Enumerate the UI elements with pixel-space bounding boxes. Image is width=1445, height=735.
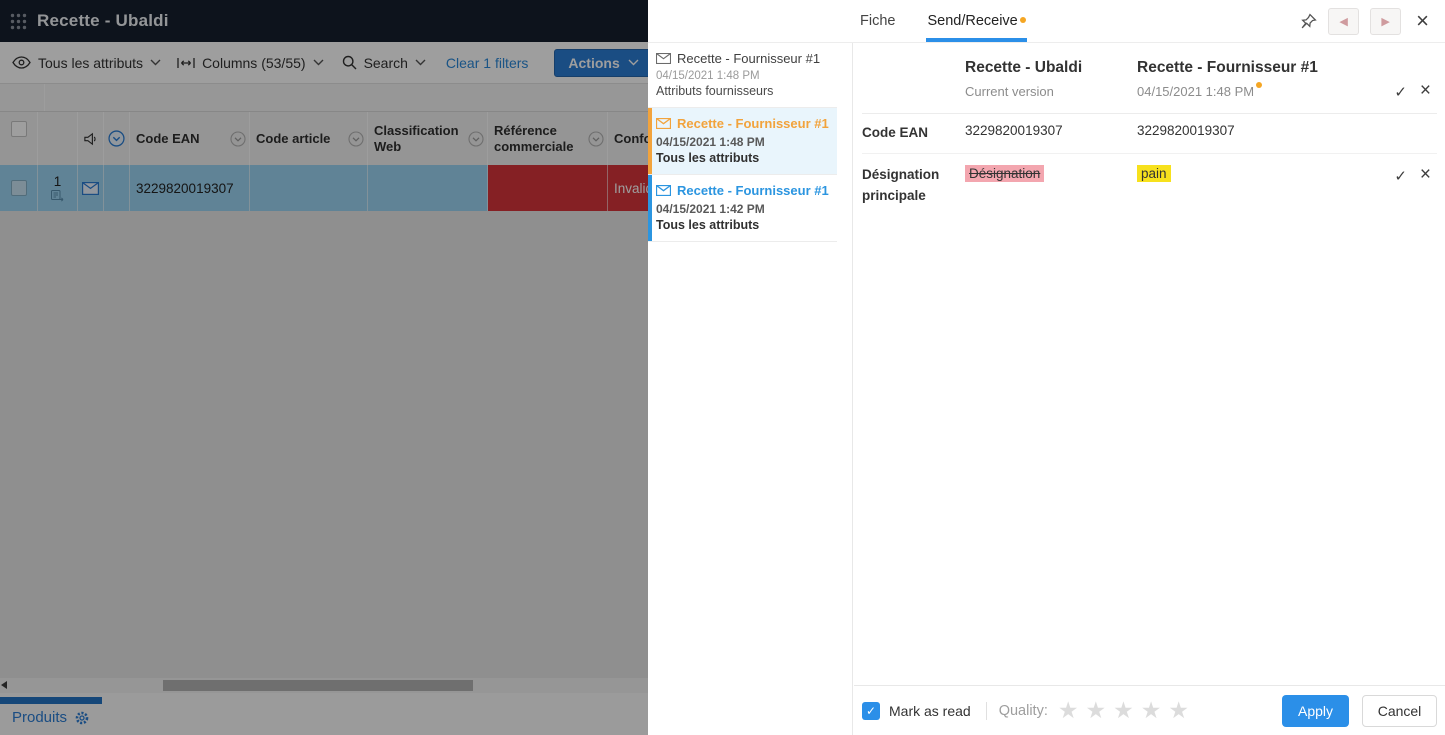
- compare-row-designation: Désignation principale Désignation pain …: [862, 154, 1437, 216]
- star-icon[interactable]: ★: [1141, 699, 1162, 722]
- panel-footer: ✓ Mark as read Quality: ★ ★ ★ ★ ★ Apply …: [854, 685, 1445, 735]
- message-list: Recette - Fournisseur #1 04/15/2021 1:48…: [648, 43, 853, 735]
- previous-message-button[interactable]: ◀: [1328, 8, 1359, 35]
- list-item-selected[interactable]: Recette - Fournisseur #1 04/15/2021 1:48…: [648, 108, 837, 175]
- tab-fiche-label: Fiche: [860, 13, 895, 29]
- star-icon[interactable]: ★: [1058, 699, 1079, 722]
- message-title: Recette - Fournisseur #1: [677, 116, 829, 131]
- star-icon[interactable]: ★: [1113, 699, 1134, 722]
- message-subject: Tous les attributs: [656, 218, 831, 232]
- removed-value-chip: Désignation: [965, 165, 1044, 182]
- message-title: Recette - Fournisseur #1: [677, 51, 820, 66]
- screen: Recette - Ubaldi Tous les attributs Colu…: [0, 0, 1445, 735]
- star-icon[interactable]: ★: [1086, 699, 1107, 722]
- right-version-subtitle: 04/15/2021 1:48 PM: [1137, 84, 1375, 99]
- tab-send-receive-label: Send/Receive: [927, 13, 1017, 29]
- pin-icon[interactable]: [1300, 13, 1317, 30]
- check-icon: ✓: [866, 704, 876, 718]
- message-date: 04/15/2021 1:48 PM: [656, 70, 831, 82]
- divider: [986, 702, 987, 720]
- left-version-subtitle: Current version: [965, 84, 1137, 99]
- tab-fiche[interactable]: Fiche: [860, 0, 895, 42]
- quality-label: Quality:: [999, 703, 1048, 719]
- list-item[interactable]: Recette - Fournisseur #1 04/15/2021 1:48…: [648, 43, 837, 108]
- accept-all-icon[interactable]: ✓: [1394, 83, 1407, 101]
- close-icon[interactable]: ×: [1416, 10, 1429, 32]
- message-subject: Attributs fournisseurs: [656, 84, 831, 98]
- star-icon[interactable]: ★: [1168, 699, 1189, 722]
- left-value: 3229820019307: [965, 123, 1137, 138]
- added-value-chip: pain: [1137, 165, 1171, 182]
- mark-as-read-label: Mark as read: [889, 703, 971, 719]
- compare-pane: Recette - Ubaldi Current version Recette…: [854, 43, 1445, 685]
- next-arrow-icon: ▶: [1381, 15, 1389, 28]
- right-version-title: Recette - Fournisseur #1: [1137, 59, 1375, 77]
- next-message-button[interactable]: ▶: [1370, 8, 1401, 35]
- quality-rating: ★ ★ ★ ★ ★: [1058, 699, 1189, 722]
- right-value: 3229820019307: [1137, 123, 1375, 138]
- compare-right-version: Recette - Fournisseur #1 04/15/2021 1:48…: [1137, 59, 1375, 99]
- mark-as-read-checkbox[interactable]: ✓: [862, 702, 880, 720]
- envelope-icon: [656, 53, 671, 64]
- compare-left-version: Recette - Ubaldi Current version: [965, 59, 1137, 99]
- panel-tab-bar: Fiche Send/Receive ◀ ▶ ×: [648, 0, 1445, 43]
- attribute-label: Code EAN: [862, 123, 965, 144]
- side-panel: Fiche Send/Receive ◀ ▶ ×: [648, 0, 1445, 735]
- apply-button[interactable]: Apply: [1282, 695, 1349, 727]
- tab-send-receive[interactable]: Send/Receive: [927, 0, 1025, 42]
- accept-change-icon[interactable]: ✓: [1394, 167, 1407, 185]
- message-subject: Tous les attributs: [656, 151, 831, 165]
- envelope-icon: [656, 118, 671, 129]
- notification-dot: [1020, 17, 1026, 23]
- message-date: 04/15/2021 1:48 PM: [656, 135, 831, 149]
- reject-change-icon[interactable]: ×: [1420, 167, 1431, 185]
- prev-arrow-icon: ◀: [1339, 15, 1347, 28]
- message-date: 04/15/2021 1:42 PM: [656, 202, 831, 216]
- active-tab-underline: [926, 38, 1026, 42]
- compare-row-code-ean: Code EAN 3229820019307 3229820019307: [862, 114, 1437, 154]
- dimmed-overlay: [0, 0, 648, 735]
- envelope-icon: [656, 185, 671, 196]
- attribute-label: Désignation principale: [862, 165, 965, 207]
- list-item[interactable]: Recette - Fournisseur #1 04/15/2021 1:42…: [648, 175, 837, 242]
- left-version-title: Recette - Ubaldi: [965, 59, 1137, 77]
- message-title: Recette - Fournisseur #1: [677, 183, 829, 198]
- reject-all-icon[interactable]: ×: [1420, 83, 1431, 101]
- notification-dot: [1256, 82, 1262, 88]
- compare-header: Recette - Ubaldi Current version Recette…: [862, 43, 1437, 114]
- cancel-button[interactable]: Cancel: [1362, 695, 1437, 727]
